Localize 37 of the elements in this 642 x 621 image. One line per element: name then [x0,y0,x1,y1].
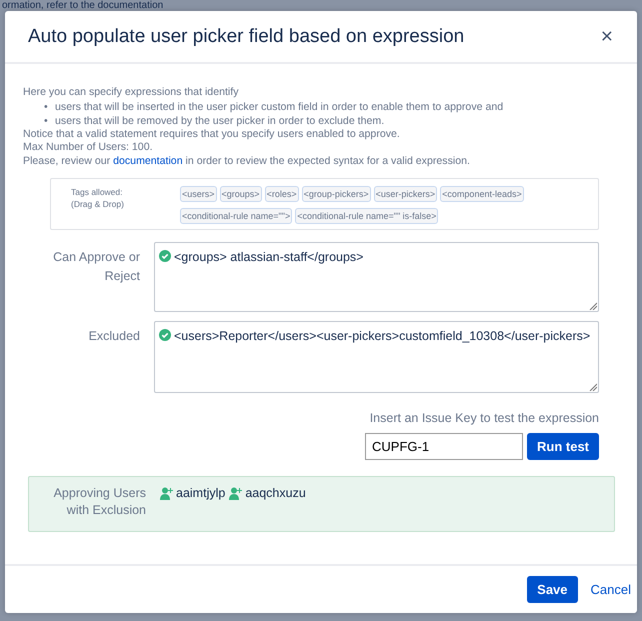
dialog-title: Auto populate user picker field based on expression [28,26,464,48]
bullet-item: users that will be inserted in the user picker custom field in order to enable them to approve and [55,100,504,114]
tag-chip[interactable]: <roles> [264,186,299,202]
review-text: Please, review our documentation in order to review the expected syntax for a valid expression. [23,154,471,168]
tag-chip[interactable]: <groups> [220,186,262,202]
tag-chip[interactable]: <group-pickers> [302,186,371,202]
tags-label: Tags allowed: (Drag & Drop) [71,186,125,211]
intro-text: Here you can specify expressions that identify [23,86,240,100]
max-users-text: Max Number of Users: 100. [23,141,154,154]
result-label: Approving Users with Exclusion [52,485,146,519]
user-name: aaimtjylp [176,485,226,502]
expression-field[interactable]: <users>Reporter</users><user-pickers>customfield_10308</user-pickers> [154,321,599,393]
background-page-text: ormation, refer to the documentation [1,0,164,11]
notice-text: Notice that a valid statement requires that you specify users enabled to approve. [23,128,401,141]
expression-field[interactable]: <groups> atlassian-staff</groups> [154,242,599,312]
bullet-item: users that will be removed by the user picker in order to exclude them. [55,114,384,128]
resize-handle-icon[interactable] [589,302,597,310]
tag-chip[interactable]: <conditional-rule name=""> [180,208,292,224]
bullet-marker: • [44,114,49,128]
field-label: Can Approve or Reject [52,249,140,285]
tag-chip[interactable]: <user-pickers> [374,186,438,202]
tag-chip[interactable]: <users> [180,186,217,202]
tag-chip[interactable]: <conditional-rule name="" is-false> [295,208,438,224]
save-button[interactable]: Save [527,576,578,603]
test-label: Insert an Issue Key to test the expression [370,411,599,425]
user-plus-icon [160,487,173,500]
field-label: Excluded [88,328,140,345]
resize-handle-icon[interactable] [589,383,597,391]
user-name: aaqchxuzu [245,485,306,502]
tag-chip[interactable]: <component-leads> [440,186,524,202]
issue-key-field[interactable]: CUPFG-1 [365,433,523,460]
cancel-link[interactable]: Cancel [590,582,631,597]
close-button[interactable]: × [596,24,617,48]
user-plus-icon [229,487,242,500]
documentation-link[interactable]: documentation [113,154,183,166]
bullet-marker: • [44,100,49,114]
run-test-button[interactable]: Run test [527,433,599,460]
